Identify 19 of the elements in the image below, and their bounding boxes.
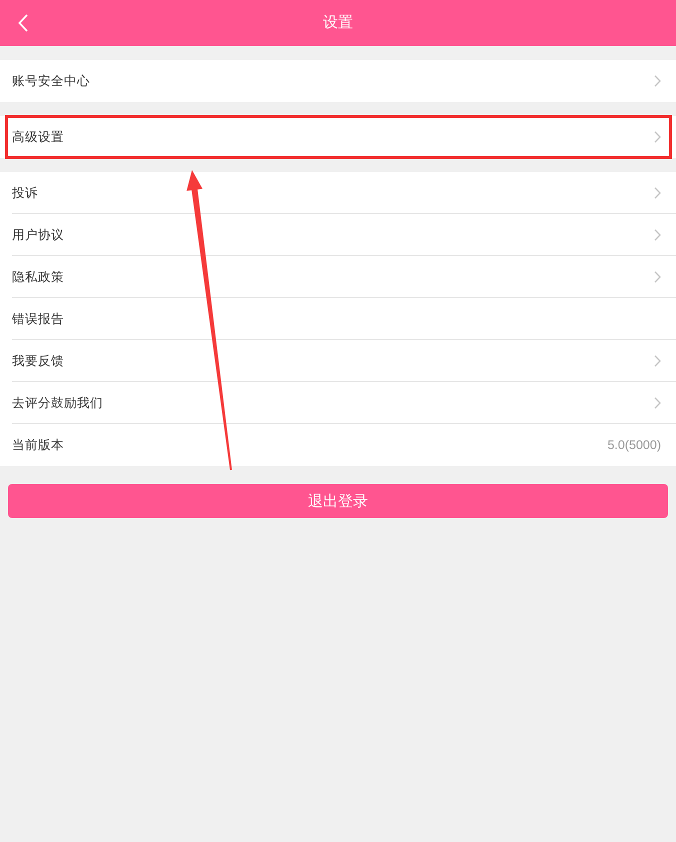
item-label: 当前版本 (12, 437, 65, 454)
item-label: 错误报告 (12, 311, 65, 328)
page-title: 设置 (323, 13, 353, 33)
chevron-right-icon (654, 187, 661, 199)
chevron-right-icon (654, 271, 661, 283)
chevron-right-icon (654, 131, 661, 143)
item-label: 我要反馈 (12, 353, 65, 370)
chevron-right-icon (654, 229, 661, 241)
version-value: 5.0(5000) (607, 437, 661, 454)
item-label: 用户协议 (12, 227, 65, 244)
item-label: 账号安全中心 (12, 73, 91, 90)
item-label: 投诉 (12, 185, 39, 202)
item-label: 去评分鼓励我们 (12, 395, 104, 412)
chevron-right-icon (654, 397, 661, 409)
item-label: 高级设置 (12, 129, 65, 146)
back-icon (18, 14, 28, 32)
chevron-right-icon (654, 355, 661, 367)
chevron-right-icon (654, 75, 661, 87)
item-label: 隐私政策 (12, 269, 65, 286)
